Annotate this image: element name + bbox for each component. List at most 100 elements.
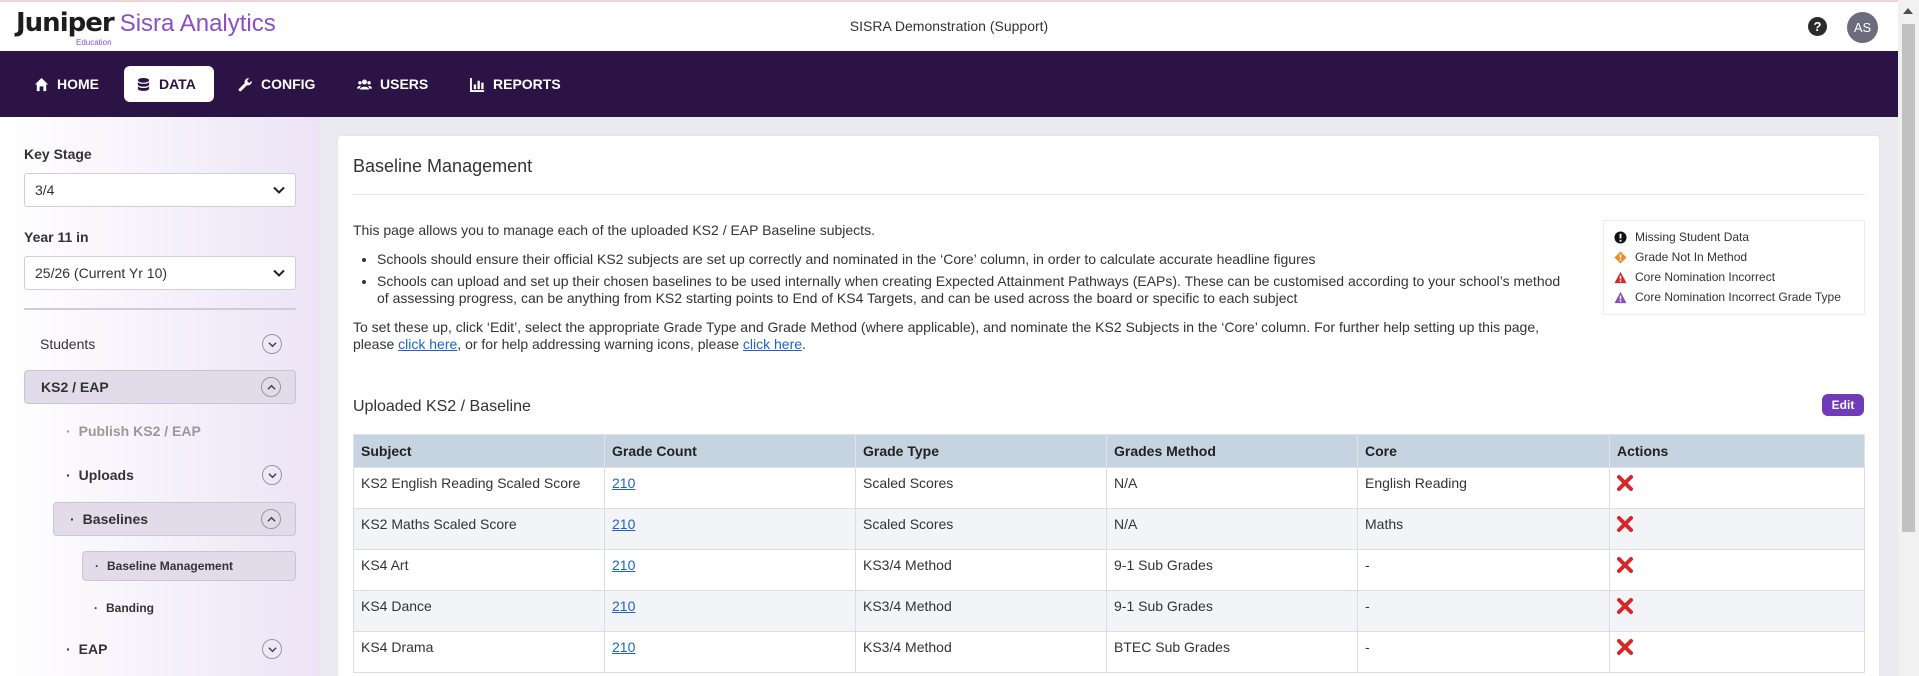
chart-icon (470, 77, 485, 92)
nav-config[interactable]: CONFIG (226, 66, 327, 102)
page-scrollbar[interactable] (1898, 0, 1919, 676)
scroll-thumb[interactable] (1902, 24, 1915, 532)
logo[interactable]: Juniper Education Sisra Analytics (16, 8, 276, 47)
cell-grade-type: Scaled Scores (855, 508, 1107, 550)
logo-app-name: Sisra Analytics (119, 10, 276, 37)
sidebar-item-ks2-eap[interactable]: KS2 / EAP (24, 370, 296, 404)
sidebar-item-publish[interactable]: · Publish KS2 / EAP (50, 414, 296, 448)
warning-legend: Missing Student Data Grade Not In Method… (1603, 220, 1865, 315)
chevron-down-icon[interactable] (262, 639, 282, 659)
sidebar-item-eap[interactable]: · EAP (50, 632, 296, 666)
sidebar-item-students[interactable]: Students (24, 327, 296, 361)
scroll-up-arrow[interactable] (1903, 8, 1913, 14)
key-stage-select[interactable]: 3/4 (24, 173, 296, 207)
delete-x-icon[interactable] (1617, 598, 1633, 614)
table-row: KS4 Dance 210 KS3/4 Method 9-1 Sub Grade… (353, 590, 1865, 632)
delete-x-icon[interactable] (1617, 557, 1633, 573)
nav-reports-label: REPORTS (493, 76, 561, 92)
year-select[interactable]: 25/26 (Current Yr 10) (24, 256, 296, 290)
nav-reports[interactable]: REPORTS (458, 66, 573, 102)
edit-button[interactable]: Edit (1822, 394, 1864, 416)
cell-subject: KS2 English Reading Scaled Score (353, 467, 605, 509)
grade-count-link[interactable]: 210 (612, 598, 635, 614)
cell-grades-method: N/A (1106, 508, 1358, 550)
help-link-warnings[interactable]: click here (743, 336, 802, 352)
cell-grade-type: KS3/4 Method (855, 590, 1107, 632)
chevron-up-icon[interactable] (261, 509, 281, 529)
sidebar-divider (24, 308, 296, 310)
sidebar-item-label: Banding (106, 601, 154, 615)
grade-count-link[interactable]: 210 (612, 516, 635, 532)
cell-actions (1609, 508, 1865, 550)
sidebar-item-label: Uploads (78, 467, 134, 483)
intro-paragraph: This page allows you to manage each of t… (353, 222, 875, 238)
nav-config-label: CONFIG (261, 76, 316, 92)
column-header[interactable]: Grades Method (1106, 434, 1358, 468)
cell-grades-method: N/A (1106, 467, 1358, 509)
delete-x-icon[interactable] (1617, 516, 1633, 532)
column-header[interactable]: Grade Count (604, 434, 856, 468)
warning-diamond-icon (1614, 250, 1627, 264)
sidebar-item-label: Baseline Management (107, 559, 234, 573)
cell-subject: KS2 Maths Scaled Score (353, 508, 605, 550)
column-header[interactable]: Grade Type (855, 434, 1107, 468)
intro-text: This page allows you to manage each of t… (353, 222, 1573, 353)
cell-grade-count: 210 (604, 508, 856, 550)
cell-grades-method: 9-1 Sub Grades (1106, 549, 1358, 591)
table-row: KS2 English Reading Scaled Score 210 Sca… (353, 467, 1865, 509)
cell-grade-count: 210 (604, 467, 856, 509)
table-row: KS4 Drama 210 KS3/4 Method BTEC Sub Grad… (353, 631, 1865, 673)
warning-triangle-icon (1614, 291, 1627, 303)
cell-grade-count: 210 (604, 631, 856, 673)
column-header[interactable]: Subject (353, 434, 605, 468)
cell-grade-type: KS3/4 Method (855, 631, 1107, 673)
grade-count-link[interactable]: 210 (612, 475, 635, 491)
nav-users-label: USERS (380, 76, 429, 92)
question-circle-icon[interactable]: ? (1808, 17, 1827, 36)
delete-x-icon[interactable] (1617, 639, 1633, 655)
grade-count-link[interactable]: 210 (612, 639, 635, 655)
cell-core: - (1357, 631, 1610, 673)
grade-count-link[interactable]: 210 (612, 557, 635, 573)
nav-users[interactable]: USERS (345, 66, 440, 102)
intro-bullets: Schools should ensure their official KS2… (377, 251, 1573, 307)
column-header[interactable]: Core (1357, 434, 1610, 468)
cell-subject: KS4 Dance (353, 590, 605, 632)
chevron-up-icon[interactable] (261, 377, 281, 397)
cell-subject: KS4 Art (353, 549, 605, 591)
top-bar: Juniper Education Sisra Analytics SISRA … (0, 0, 1898, 51)
sidebar-item-baseline-management[interactable]: · Baseline Management (82, 551, 296, 581)
sidebar-item-label: Baselines (82, 511, 149, 527)
database-icon (137, 77, 150, 91)
chevron-down-icon[interactable] (262, 334, 282, 354)
warning-triangle-icon (1614, 271, 1627, 283)
cell-actions (1609, 590, 1865, 632)
year-value: 25/26 (Current Yr 10) (35, 265, 168, 281)
delete-x-icon[interactable] (1617, 475, 1633, 491)
nav-home[interactable]: HOME (22, 66, 111, 102)
logo-education: Education (76, 38, 112, 47)
help-link-setup[interactable]: click here (398, 336, 457, 352)
page-title: Baseline Management (353, 156, 533, 176)
sidebar-item-banding[interactable]: · Banding (82, 593, 296, 623)
main-card: Baseline Management This page allows you… (337, 135, 1880, 676)
wrench-icon (238, 77, 252, 91)
avatar[interactable]: AS (1847, 12, 1878, 43)
nav-data[interactable]: DATA (124, 66, 214, 102)
home-icon (34, 77, 49, 91)
organisation-name: SISRA Demonstration (Support) (849, 18, 1049, 34)
chevron-down-icon[interactable] (262, 465, 282, 485)
sidebar-item-uploads[interactable]: · Uploads (50, 458, 296, 492)
sidebar-item-label: Students (40, 336, 96, 352)
year-label: Year 11 in (24, 229, 89, 245)
cell-core: - (1357, 549, 1610, 591)
cell-grade-type: KS3/4 Method (855, 549, 1107, 591)
cell-core: - (1357, 590, 1610, 632)
section-title: Uploaded KS2 / Baseline (353, 398, 531, 415)
legend-item: Missing Student Data (1614, 227, 1854, 247)
sidebar: Key Stage 3/4 Year 11 in 25/26 (Current … (0, 117, 319, 676)
baseline-table: Subject Grade Count Grade Type Grades Me… (353, 434, 1865, 673)
key-stage-label: Key Stage (24, 146, 92, 162)
sidebar-item-baselines[interactable]: · Baselines (53, 502, 296, 536)
table-header-row: Subject Grade Count Grade Type Grades Me… (353, 434, 1865, 468)
